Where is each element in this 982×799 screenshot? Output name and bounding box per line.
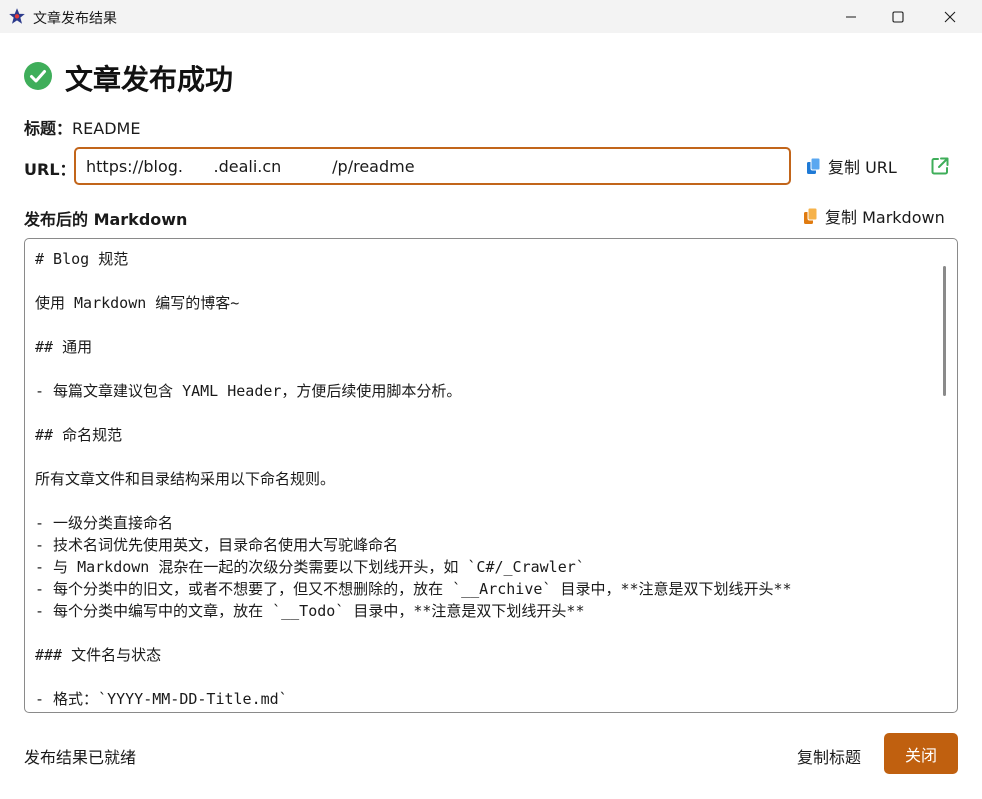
minimize-icon: [846, 16, 856, 17]
check-circle-icon: [24, 62, 52, 90]
copy-title-button[interactable]: 复制标题: [797, 744, 861, 768]
status-text: 发布结果已就绪: [24, 748, 137, 767]
external-link-icon[interactable]: [929, 155, 951, 177]
window-title: 文章发布结果: [33, 11, 117, 27]
page-title: 文章发布成功: [65, 63, 234, 96]
star-app-icon: [9, 8, 25, 24]
close-button[interactable]: 关闭: [884, 733, 958, 774]
copy-icon: [807, 157, 821, 174]
url-label: URL：: [24, 160, 76, 179]
article-title-value: README: [72, 119, 141, 138]
copy-url-label: 复制 URL: [828, 158, 897, 177]
maximize-icon: [892, 10, 904, 23]
title-bar: 文章发布结果: [0, 0, 982, 33]
copy-markdown-button[interactable]: 复制 Markdown: [803, 203, 945, 229]
minimize-button[interactable]: [827, 0, 875, 33]
maximize-button[interactable]: [874, 0, 922, 33]
article-title-label: 标题：: [24, 119, 73, 138]
scrollbar-thumb[interactable]: [943, 266, 946, 396]
markdown-content[interactable]: # Blog 规范 使用 Markdown 编写的博客~ ## 通用 - 每篇文…: [35, 248, 935, 710]
markdown-label: 发布后的 Markdown: [24, 210, 188, 229]
close-window-button[interactable]: [926, 0, 974, 33]
close-icon: [944, 11, 956, 22]
copy-markdown-label: 复制 Markdown: [825, 208, 945, 227]
copy-url-button[interactable]: 复制 URL: [806, 152, 897, 180]
url-field[interactable]: [74, 147, 791, 185]
article-title-row: 标题：README: [24, 115, 140, 139]
markdown-textarea[interactable]: # Blog 规范 使用 Markdown 编写的博客~ ## 通用 - 每篇文…: [24, 238, 958, 713]
copy-icon: [804, 207, 818, 224]
